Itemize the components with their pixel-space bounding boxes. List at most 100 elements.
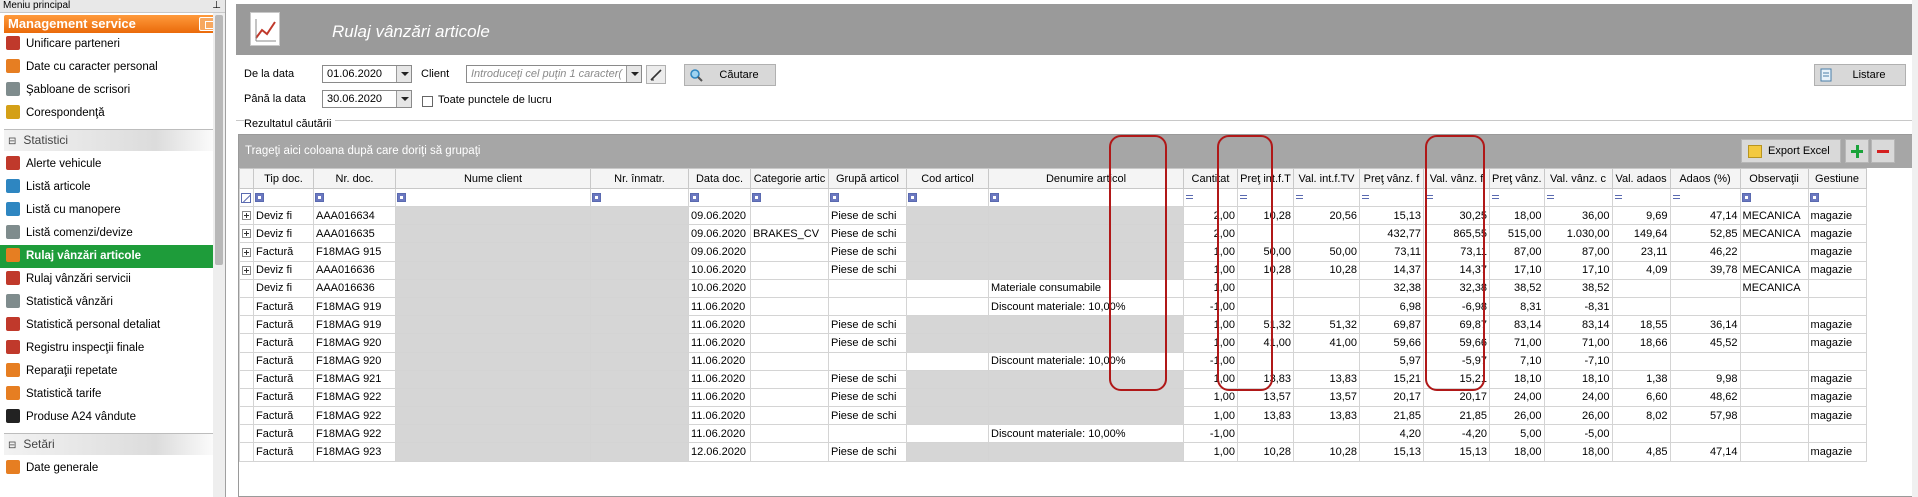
column-header[interactable]: Denumire articol	[988, 168, 1184, 189]
column-filter[interactable]	[1237, 188, 1294, 207]
filter-clear-cell[interactable]	[239, 188, 254, 207]
table-row[interactable]: Deviz fi AAA016634 09.06.2020 Piese de schi…	[239, 205, 1867, 226]
table-row[interactable]: Factură F18MAG 920 11.06.2020 Piese de schi…	[239, 333, 1867, 353]
column-header[interactable]: Adaos (%)	[1669, 168, 1741, 189]
filter-icon[interactable]	[1809, 193, 1819, 203]
clear-client-button[interactable]	[646, 65, 666, 84]
main-scrollbar[interactable]	[1912, 0, 1918, 497]
column-filter[interactable]	[988, 188, 1184, 207]
column-header[interactable]: Preţ int.f.T	[1237, 168, 1294, 189]
column-filter[interactable]	[1739, 188, 1809, 207]
sidebar-item[interactable]: Rulaj vânzări articole	[0, 245, 225, 268]
filter-icon[interactable]	[1491, 193, 1500, 202]
column-header[interactable]: Cantitat	[1183, 168, 1238, 189]
table-row[interactable]: Factură F18MAG 915 09.06.2020 Piese de schi…	[239, 242, 1867, 262]
search-button[interactable]: Căutare	[684, 64, 776, 86]
pin-icon[interactable]: ⊥	[212, 0, 221, 12]
filter-icon[interactable]	[1672, 193, 1681, 202]
filter-icon[interactable]	[1361, 193, 1370, 202]
column-header[interactable]: Val. vânz. c	[1543, 168, 1613, 189]
sidebar-item[interactable]: Listă articole	[0, 176, 225, 199]
expand-plus-icon[interactable]	[242, 265, 251, 275]
column-header[interactable]: Cod articol	[906, 168, 989, 189]
column-filter[interactable]	[1423, 188, 1490, 207]
column-filter[interactable]	[906, 188, 989, 207]
sidebar-item[interactable]: Rulaj vânzări servicii	[0, 268, 225, 291]
column-header[interactable]: Val. vânz. f	[1423, 168, 1490, 189]
table-row[interactable]: Factură F18MAG 922 11.06.2020 Discount mate…	[239, 424, 1867, 444]
column-header[interactable]: Observaţii	[1739, 168, 1809, 189]
column-filter[interactable]	[313, 188, 396, 207]
column-filter[interactable]	[253, 188, 314, 207]
sidebar-item[interactable]: Unificare parteneri	[0, 33, 225, 56]
group-by-panel[interactable]: Trageţi aici coloana după care doriţi să…	[239, 135, 1913, 168]
table-row[interactable]: Factură F18MAG 919 11.06.2020 Discount mate…	[239, 296, 1867, 317]
chevron-down-icon[interactable]	[396, 91, 411, 107]
column-filter[interactable]	[688, 188, 751, 207]
sidebar-item[interactable]: Date generale	[0, 457, 225, 480]
filter-icon[interactable]	[1295, 193, 1304, 202]
table-row[interactable]: Deviz fi AAA016635 09.06.2020 BRAKES_CV Pies…	[239, 224, 1867, 244]
column-header[interactable]: Preţ vânz.	[1489, 168, 1545, 189]
expand-plus-icon[interactable]	[242, 211, 251, 221]
filter-icon[interactable]	[397, 193, 406, 203]
column-header[interactable]: Categorie artic	[750, 168, 829, 189]
sidebar-item[interactable]: Date cu caracter personal	[0, 56, 225, 79]
table-row[interactable]: Factură F18MAG 923 12.06.2020 Piese de schi…	[239, 442, 1867, 462]
collapse-icon[interactable]: ⊟	[8, 132, 20, 152]
column-header[interactable]: Preţ vânz. f	[1359, 168, 1424, 189]
filter-icon[interactable]	[1185, 193, 1194, 202]
column-header[interactable]: Nume client	[395, 168, 591, 189]
to-date-picker[interactable]: 30.06.2020	[322, 90, 412, 108]
column-header[interactable]: Gestiune	[1807, 168, 1867, 189]
filter-icon[interactable]	[1425, 193, 1434, 202]
table-row[interactable]: Factură F18MAG 921 11.06.2020 Piese de schi…	[239, 369, 1867, 389]
filter-icon[interactable]	[1741, 193, 1751, 203]
expand-plus-icon[interactable]	[242, 229, 251, 239]
column-filter[interactable]	[1807, 188, 1867, 207]
column-filter[interactable]	[1669, 188, 1741, 207]
table-row[interactable]: Factură F18MAG 920 11.06.2020 Discount mate…	[239, 351, 1867, 371]
column-filter[interactable]	[1183, 188, 1238, 207]
sidebar-item[interactable]: Statistică tarife	[0, 383, 225, 406]
sidebar-scrollbar[interactable]	[213, 13, 225, 497]
filter-icon[interactable]	[1546, 193, 1555, 202]
expand-plus-icon[interactable]	[242, 247, 251, 257]
column-filter[interactable]	[590, 188, 689, 207]
filter-icon[interactable]	[1614, 193, 1623, 202]
remove-row-button[interactable]	[1871, 139, 1895, 163]
row-expand-cell[interactable]	[239, 224, 254, 244]
table-row[interactable]: Factură F18MAG 922 11.06.2020 Piese de schi…	[239, 406, 1867, 426]
column-header[interactable]: Data doc.	[688, 168, 751, 189]
table-row[interactable]: Factură F18MAG 922 11.06.2020 Piese de schi…	[239, 387, 1867, 408]
sidebar-item[interactable]: Listă comenzi/devize	[0, 222, 225, 245]
client-input[interactable]: Introduceţi cel puţin 1 caracter(	[466, 65, 642, 83]
sidebar-item[interactable]: Produse A24 vândute	[0, 406, 225, 429]
sidebar-item[interactable]: Corespondenţă	[0, 102, 225, 125]
sidebar-header[interactable]: Management service	[4, 15, 221, 33]
sidebar-item[interactable]: Statistică vânzări	[0, 291, 225, 314]
column-header[interactable]: Nr. doc.	[313, 168, 396, 189]
row-expand-cell[interactable]	[239, 205, 254, 226]
chevron-down-icon[interactable]	[626, 66, 641, 82]
column-filter[interactable]	[1489, 188, 1545, 207]
sidebar-item[interactable]: Statistică personal detaliat	[0, 314, 225, 337]
column-filter[interactable]	[750, 188, 829, 207]
clear-filter-icon[interactable]	[241, 192, 251, 203]
column-filter[interactable]	[828, 188, 907, 207]
column-header[interactable]: Val. adaos	[1611, 168, 1671, 189]
column-filter[interactable]	[395, 188, 591, 207]
table-row[interactable]: Factură F18MAG 919 11.06.2020 Piese de schi…	[239, 315, 1867, 335]
from-date-picker[interactable]: 01.06.2020	[322, 65, 412, 83]
sidebar-item[interactable]: Alerte vehicule	[0, 153, 225, 176]
filter-icon[interactable]	[1239, 193, 1248, 202]
filter-icon[interactable]	[592, 193, 601, 203]
sidebar-section-statistici[interactable]: ⊟ Statistici	[4, 129, 221, 151]
column-filter[interactable]	[1543, 188, 1613, 207]
table-row[interactable]: Deviz fi AAA016636 10.06.2020 Piese de schi…	[239, 260, 1867, 280]
sidebar-scroll-thumb[interactable]	[215, 15, 223, 265]
row-expand-cell[interactable]	[239, 242, 254, 262]
filter-icon[interactable]	[255, 193, 264, 203]
all-points-checkbox[interactable]	[422, 96, 433, 107]
filter-icon[interactable]	[908, 193, 917, 203]
